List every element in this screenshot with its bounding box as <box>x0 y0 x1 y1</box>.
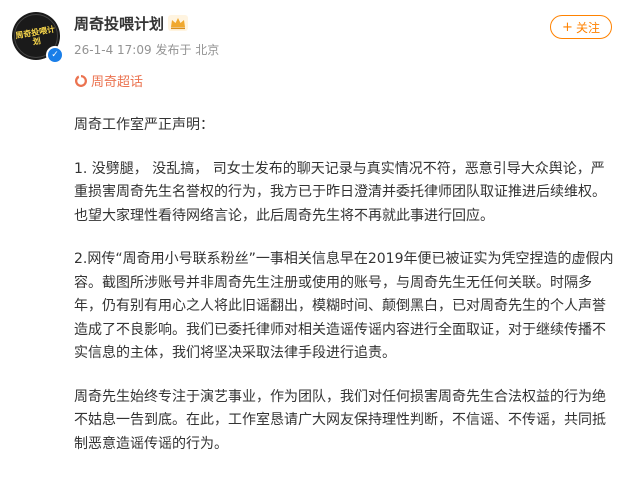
verified-badge-icon: ✓ <box>46 46 64 64</box>
member-crown-icon[interactable] <box>168 15 188 31</box>
post-time[interactable]: 26-1-4 17:09 <box>74 43 152 57</box>
post-source: 发布于 北京 <box>155 43 220 57</box>
post-paragraph-heading: 周奇工作室严正声明： <box>74 117 214 133</box>
post-paragraph: 周奇先生始终专注于演艺事业，作为团队，我们对任何损害周奇先生合法权益的行为绝不姑… <box>74 388 606 452</box>
author-name[interactable]: 周奇投喂计划 <box>74 13 164 34</box>
post-paragraph: 1. 没劈腿， 没乱搞， 司女士发布的聊天记录与真实情况不符，恶意引导大众舆论，… <box>74 160 606 224</box>
super-topic-icon <box>75 74 87 87</box>
follow-button[interactable]: + 关注 <box>550 15 612 39</box>
topic-link[interactable]: 周奇超话 <box>74 71 143 90</box>
post-content: 周奇工作室严正声明： 1. 没劈腿， 没乱搞， 司女士发布的聊天记录与真实情况不… <box>74 114 614 476</box>
plus-icon: + <box>562 19 573 35</box>
topic-label: 周奇超话 <box>91 75 144 90</box>
post-meta: 26-1-4 17:09 发布于 北京 <box>74 41 219 58</box>
post-paragraph: 2.网传“周奇用小号联系粉丝”一事相关信息早在2019年便已被证实为凭空捏造的虚… <box>74 251 614 361</box>
follow-label: 关注 <box>575 20 600 35</box>
